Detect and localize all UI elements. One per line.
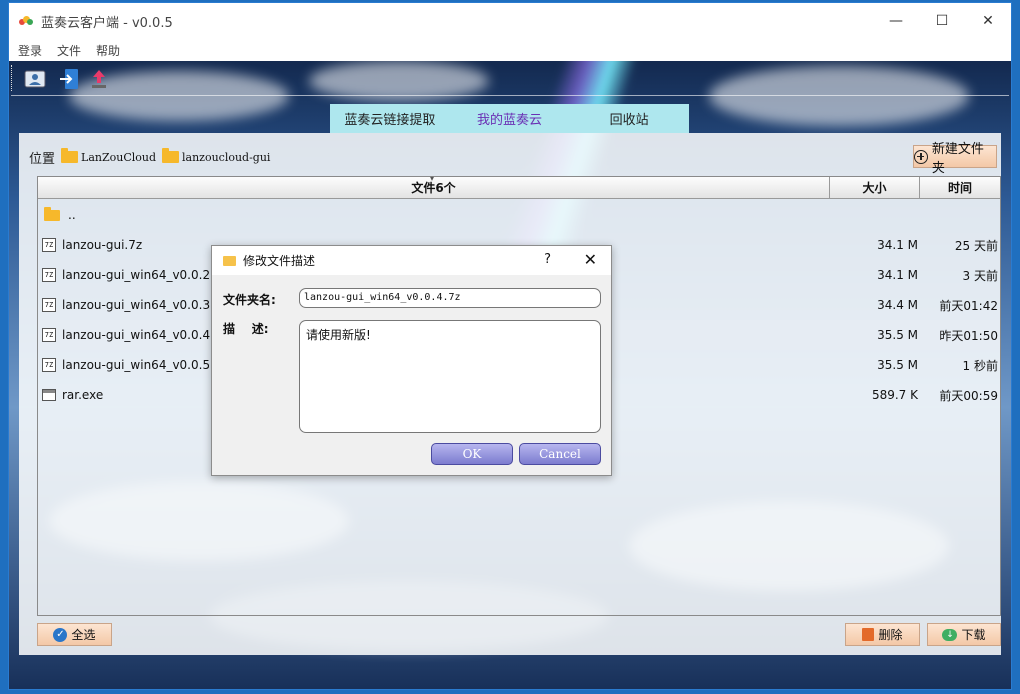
archive-7z-icon: 7Z <box>42 298 56 312</box>
tab-recycle-bin[interactable]: 回收站 <box>569 104 689 133</box>
delete-button[interactable]: 删除 <box>845 623 920 646</box>
login-info-button[interactable] <box>23 67 47 91</box>
minimize-button[interactable]: — <box>873 3 919 39</box>
menu-file[interactable]: 文件 <box>57 42 81 59</box>
toolbar <box>9 61 1011 95</box>
menu-login[interactable]: 登录 <box>18 42 42 59</box>
dialog-title: 修改文件描述 <box>243 254 316 268</box>
location-label: 位置 <box>29 151 56 167</box>
tab-my-cloud[interactable]: 我的蓝奏云 <box>450 104 570 133</box>
download-button[interactable]: ↓ 下载 <box>927 623 1001 646</box>
menu-help[interactable]: 帮助 <box>96 42 120 59</box>
archive-7z-icon: 7Z <box>42 268 56 282</box>
filename-label: 文件夹名: <box>223 293 276 307</box>
folder-icon <box>162 148 179 163</box>
title-bar: 蓝奏云客户端 - v0.0.5 — ☐ ✕ <box>9 3 1011 39</box>
help-button[interactable]: ? <box>544 252 551 267</box>
menu-bar: 登录 文件 帮助 <box>9 39 1011 61</box>
close-button[interactable]: ✕ <box>965 3 1011 39</box>
new-folder-button[interactable]: 新建文件夹 <box>913 142 997 176</box>
login-arrow-icon <box>60 69 78 89</box>
dialog-title-bar: 修改文件描述 ? ✕ <box>212 246 611 275</box>
cancel-button[interactable]: Cancel <box>519 443 601 465</box>
login-button[interactable] <box>57 67 81 91</box>
table-row[interactable]: .. <box>38 200 1000 230</box>
crumb-lanzoucloud[interactable]: LanZouCloud <box>61 148 156 164</box>
user-card-icon <box>24 70 46 88</box>
upload-arrow-icon <box>92 70 106 88</box>
tab-link-extract[interactable]: 蓝奏云链接提取 <box>330 104 450 133</box>
column-header-name[interactable]: ▾ 文件6个 <box>38 174 830 199</box>
crumb-lanzoucloud-gui[interactable]: lanzoucloud-gui <box>162 148 270 164</box>
window-title: 蓝奏云客户端 - v0.0.5 <box>41 15 173 31</box>
archive-7z-icon: 7Z <box>42 328 56 342</box>
archive-7z-icon: 7Z <box>42 358 56 372</box>
maximize-button[interactable]: ☐ <box>919 3 965 39</box>
column-header-time[interactable]: 时间 <box>920 177 1000 199</box>
folder-icon <box>44 206 60 221</box>
edit-description-dialog: 修改文件描述 ? ✕ 文件夹名: lanzou-gui_win64_v0.0.4… <box>211 245 612 476</box>
folder-icon <box>223 255 236 266</box>
folder-icon <box>61 148 79 163</box>
sort-caret-icon: ▾ <box>430 174 435 183</box>
executable-icon <box>42 389 56 401</box>
plus-circle-icon <box>914 149 928 164</box>
description-textarea[interactable]: 请使用新版! <box>299 320 601 433</box>
column-header-size[interactable]: 大小 <box>830 177 920 199</box>
ok-button[interactable]: OK <box>431 443 513 465</box>
description-label: 描 述: <box>223 322 269 336</box>
cloud-download-icon: ↓ <box>942 628 958 641</box>
trash-icon <box>862 628 875 641</box>
main-tabs: 蓝奏云链接提取 我的蓝奏云 回收站 <box>330 104 689 133</box>
select-all-button[interactable]: ✓ 全选 <box>37 623 112 646</box>
minimize-icon: — <box>889 13 903 29</box>
close-icon: ✕ <box>982 13 994 29</box>
app-logo-icon <box>19 16 33 26</box>
upload-button[interactable] <box>87 67 111 91</box>
filename-field[interactable]: lanzou-gui_win64_v0.0.4.7z <box>299 288 601 308</box>
archive-7z-icon: 7Z <box>42 238 56 252</box>
check-icon: ✓ <box>53 627 68 642</box>
breadcrumb: 位置 LanZouCloud lanzoucloud-gui <box>29 147 276 167</box>
dialog-close-button[interactable]: ✕ <box>584 250 597 269</box>
maximize-icon: ☐ <box>935 13 949 29</box>
